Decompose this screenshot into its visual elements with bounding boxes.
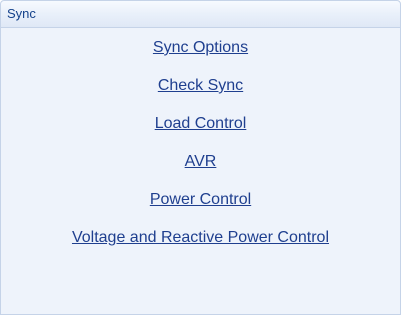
list-item: AVR	[1, 150, 400, 188]
sync-options-link[interactable]: Sync Options	[153, 36, 248, 60]
panel-header: Sync	[1, 1, 400, 28]
panel-title: Sync	[7, 6, 36, 21]
list-item: Power Control	[1, 188, 400, 226]
sync-panel: Sync Sync Options Check Sync Load Contro…	[0, 0, 401, 315]
list-item: Check Sync	[1, 74, 400, 112]
sync-link-list: Sync Options Check Sync Load Control AVR…	[1, 36, 400, 264]
list-item: Voltage and Reactive Power Control	[1, 226, 400, 264]
avr-link[interactable]: AVR	[185, 150, 217, 174]
check-sync-link[interactable]: Check Sync	[158, 74, 243, 98]
load-control-link[interactable]: Load Control	[155, 112, 247, 136]
panel-body: Sync Options Check Sync Load Control AVR…	[1, 28, 400, 314]
list-item: Sync Options	[1, 36, 400, 74]
power-control-link[interactable]: Power Control	[150, 188, 251, 212]
voltage-reactive-power-control-link[interactable]: Voltage and Reactive Power Control	[72, 226, 329, 250]
list-item: Load Control	[1, 112, 400, 150]
